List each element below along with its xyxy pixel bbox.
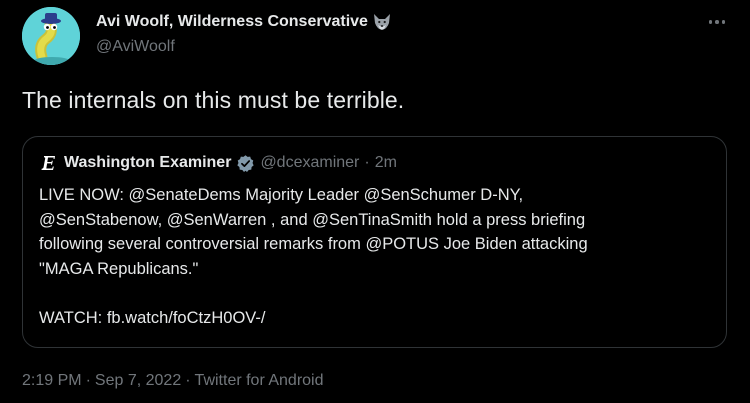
more-options-icon[interactable] [706,14,728,30]
quoted-tweet-header: Washington Examiner @dcexaminer · 2m [39,153,397,173]
washington-examiner-logo-icon [39,153,59,173]
tweet-date[interactable]: Sep 7, 2022 [95,372,181,390]
quoted-tweet-text: LIVE NOW: @SenateDems Majority Leader @S… [39,183,699,330]
author-handle[interactable]: @AviWoolf [96,38,175,56]
tweet-time[interactable]: 2:19 PM [22,372,82,390]
verified-badge-icon [237,154,255,172]
quoted-text-line: "MAGA Republicans." [39,259,199,278]
quoted-tweet[interactable]: Washington Examiner @dcexaminer · 2m LIV… [22,136,727,348]
quoted-watch-link[interactable]: WATCH: fb.watch/foCtzH0OV-/ [39,306,699,331]
quoted-separator: · [364,154,370,171]
meta-separator: · [85,372,91,389]
wolf-face-icon [373,14,390,30]
quoted-timestamp[interactable]: 2m [375,154,397,172]
quoted-text-line: following several controversial remarks … [39,235,588,253]
avatar[interactable] [22,7,80,65]
tweet-source: Twitter for Android [194,372,324,389]
quoted-text-line: LIVE NOW: @SenateDems Majority Leader @S… [39,186,524,204]
tweet-text: The internals on this must be terrible. [22,87,405,113]
author-display-name[interactable]: Avi Woolf, Wilderness Conservative [96,13,368,31]
avatar-image [22,7,80,65]
author-name-row[interactable]: Avi Woolf, Wilderness Conservative [96,12,392,32]
meta-separator: · [185,372,191,389]
quoted-text-line: @SenStabenow, @SenWarren , and @SenTinaS… [39,210,586,229]
quoted-author-handle: @dcexaminer [260,154,360,171]
tweet: Avi Woolf, Wilderness Conservative @AviW… [0,0,750,403]
quoted-author-name: Washington Examiner [64,154,232,171]
tweet-metadata: 2:19 PM · Sep 7, 2022 · Twitter for Andr… [22,372,324,390]
